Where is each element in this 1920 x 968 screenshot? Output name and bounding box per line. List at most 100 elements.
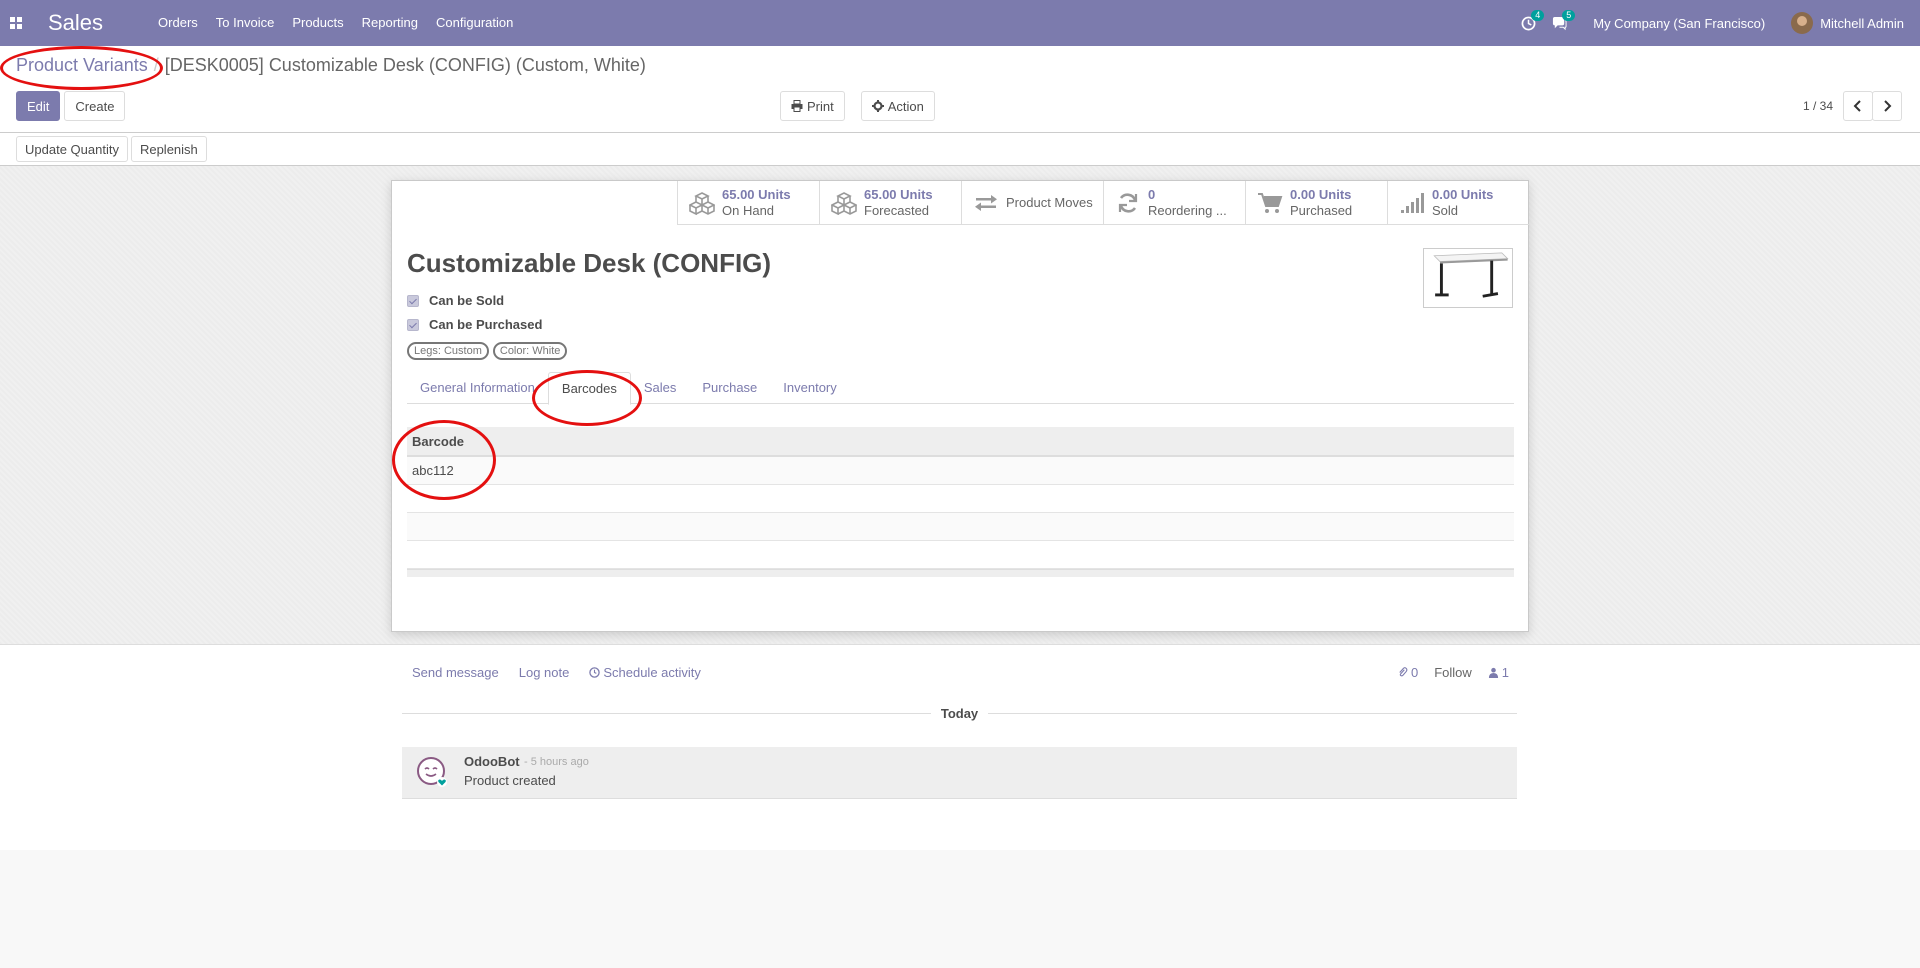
action-label: Action [887,98,924,114]
form-statusbar: Update Quantity Replenish [0,133,1920,166]
can-be-sold-label: Can be Sold [429,293,505,308]
top-navbar: Sales Orders To Invoice Products Reporti… [0,0,1920,46]
on-hand-label: On Hand [722,202,775,218]
schedule-activity-label: Schedule activity [603,665,701,680]
forecasted-button[interactable]: 65.00 Units Forecasted [819,181,961,225]
action-button[interactable]: Action [860,91,935,121]
tab-purchase[interactable]: Purchase [689,372,770,403]
control-panel: Product Variants / [DESK0005] Customizab… [0,46,1920,133]
can-be-purchased-checkbox[interactable] [407,318,419,331]
date-separator: Today [402,705,1518,721]
breadcrumb-separator: / [153,55,159,75]
print-label: Print [807,98,834,114]
table-footer [407,569,1514,577]
app-name[interactable]: Sales [48,10,103,36]
followers-count: 1 [1501,665,1509,680]
reordering-rules-button[interactable]: 0 Reordering ... [1103,181,1245,225]
refresh-icon [1114,189,1142,217]
date-separator-label: Today [940,705,979,721]
pager-value[interactable]: 1 / 34 [1803,99,1833,113]
breadcrumb-current-record: [DESK0005] Customizable Desk (CONFIG) (C… [164,55,646,75]
tab-barcodes[interactable]: Barcodes [547,372,631,405]
on-hand-value: 65.00 Units [722,186,791,202]
update-quantity-button[interactable]: Update Quantity [16,136,128,162]
tab-inventory[interactable]: Inventory [770,372,849,403]
send-message-button[interactable]: Send message [402,665,509,680]
breadcrumb-product-variants[interactable]: Product Variants [16,55,148,76]
chatter-message: OdooBot - 5 hours ago Product created [402,747,1517,799]
forecasted-value: 65.00 Units [864,186,933,202]
product-name: Customizable Desk (CONFIG) [407,248,772,278]
product-moves-button[interactable]: Product Moves [961,181,1103,225]
pager-previous-button[interactable] [1843,91,1873,121]
notebook-tabs: General Information Barcodes Sales Purch… [407,372,1514,405]
user-menu[interactable]: Mitchell Admin [1791,12,1904,34]
table-row-empty [407,513,1514,541]
barcodes-table: Barcode abc112 [407,427,1514,577]
table-row-empty [407,541,1514,569]
tab-sales[interactable]: Sales [631,372,690,403]
log-note-button[interactable]: Log note [509,665,580,680]
chatter: Send message Log note Schedule activity … [0,644,1920,850]
forecasted-label: Forecasted [864,202,930,218]
replenish-button[interactable]: Replenish [130,136,207,162]
reordering-label: Reordering ... [1148,202,1227,218]
purchased-label: Purchased [1290,202,1353,218]
attachments-count: 0 [1410,665,1419,680]
cubes-icon [688,189,716,217]
sold-button[interactable]: 0.00 Units Sold [1387,181,1529,225]
form-sheet: 65.00 Units On Hand 65.00 Units Forecast… [391,180,1529,632]
cart-icon [1256,189,1284,217]
activity-count-badge: 4 [1531,9,1545,21]
avatar [1791,12,1814,34]
signal-icon [1398,189,1426,217]
menu-orders[interactable]: Orders [149,0,207,46]
activities-menu[interactable]: 4 [1521,9,1545,31]
company-switcher[interactable]: My Company (San Francisco) [1593,16,1765,31]
menu-configuration[interactable]: Configuration [427,0,522,46]
purchased-button[interactable]: 0.00 Units Purchased [1245,181,1387,225]
chevron-right-icon [1884,100,1892,112]
main-menu: Orders To Invoice Products Reporting Con… [149,0,522,46]
chatter-topbar: Send message Log note Schedule activity … [402,665,1517,680]
odoobot-avatar [417,757,447,787]
print-button[interactable]: Print [780,91,845,121]
table-row-empty [407,485,1514,513]
can-be-purchased-field: Can be Purchased [407,317,542,332]
menu-to-invoice[interactable]: To Invoice [207,0,284,46]
table-row[interactable]: abc112 [407,457,1514,485]
sold-label: Sold [1432,202,1459,218]
on-hand-button[interactable]: 65.00 Units On Hand [677,181,819,225]
tag-color: Color: White [492,342,568,360]
menu-products[interactable]: Products [283,0,352,46]
follow-button[interactable]: Follow [1426,665,1480,680]
purchased-value: 0.00 Units [1290,186,1352,202]
can-be-sold-field: Can be Sold [407,293,504,308]
menu-reporting[interactable]: Reporting [353,0,427,46]
barcode-column-header[interactable]: Barcode [407,427,1514,457]
breadcrumb: Product Variants / [DESK0005] Customizab… [16,55,646,76]
gear-icon [871,100,884,112]
sold-value: 0.00 Units [1432,186,1494,202]
followers-button[interactable]: 1 [1480,665,1517,680]
message-author[interactable]: OdooBot [464,754,520,769]
tab-general-information[interactable]: General Information [407,372,548,403]
user-name: Mitchell Admin [1820,15,1904,31]
product-image[interactable] [1423,248,1513,308]
product-moves-label: Product Moves [1006,195,1093,210]
message-body: Product created [464,773,556,788]
can-be-sold-checkbox[interactable] [407,294,419,307]
edit-button[interactable]: Edit [16,91,61,121]
tag-legs: Legs: Custom [407,342,489,360]
messaging-menu[interactable]: 5 [1552,9,1576,31]
pager: 1 / 34 [1803,91,1902,121]
can-be-purchased-label: Can be Purchased [429,317,543,332]
exchange-arrows-icon [972,189,1000,217]
schedule-activity-button[interactable]: Schedule activity [579,665,711,680]
user-icon [1488,667,1498,678]
create-button[interactable]: Create [64,91,126,121]
attachments-button[interactable]: 0 [1389,665,1426,680]
pager-next-button[interactable] [1872,91,1902,121]
apps-menu-icon[interactable] [0,0,32,46]
smart-buttons: 65.00 Units On Hand 65.00 Units Forecast… [677,181,1529,225]
